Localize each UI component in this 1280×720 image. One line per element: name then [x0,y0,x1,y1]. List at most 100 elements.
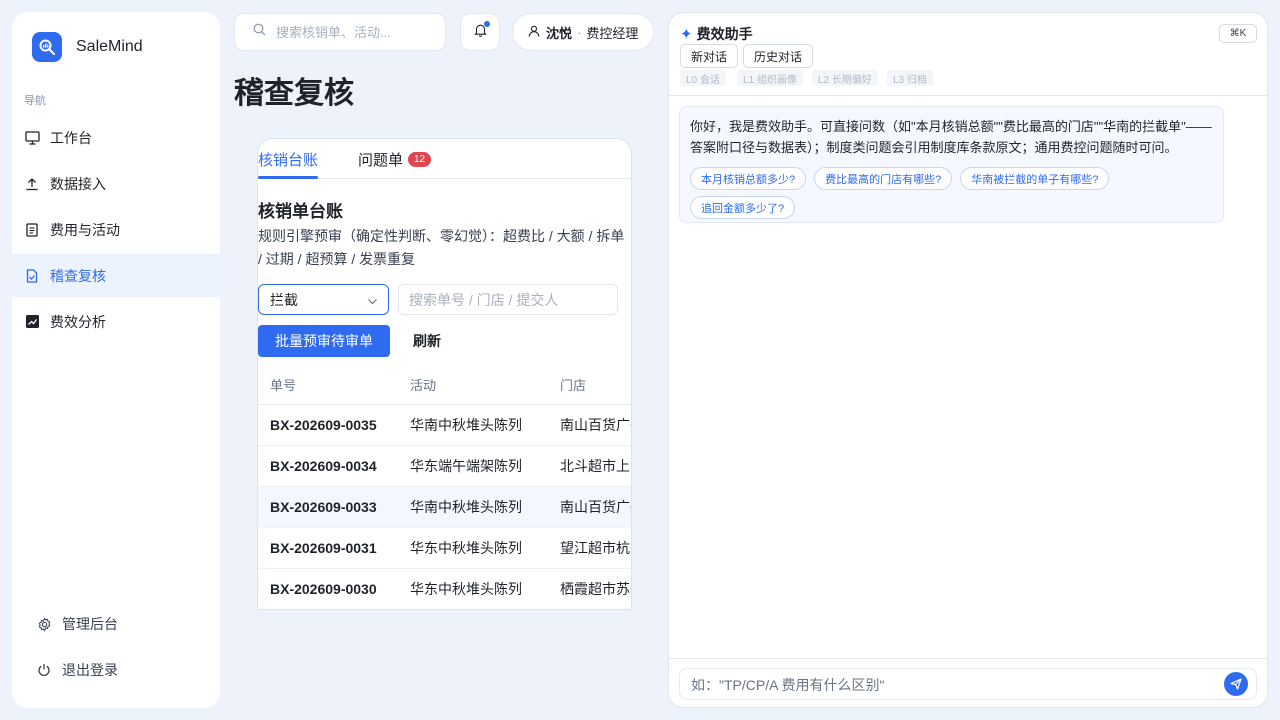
assistant-header: ✦ 费效助手 ⌘K 新对话 历史对话 L0 会话 L1 组织画像 L2 长期偏好… [669,13,1267,96]
sidebar-item-label: 数据接入 [50,175,106,192]
chat-composer [669,658,1267,707]
notification-dot [484,21,490,27]
send-button[interactable] [1224,672,1248,696]
notifications-button[interactable] [460,13,500,51]
cell-activity: 华南中秋堆头陈列 [410,417,522,433]
cell-order-no: BX-202609-0031 [270,540,377,556]
brand-name: SaleMind [76,38,143,55]
cell-store: 南山百货广州 [560,417,631,433]
user-separator: · [577,24,582,40]
audit-check-icon [24,268,40,284]
suggestion-chip[interactable]: 华南被拦截的单子有哪些? [960,167,1110,190]
sidebar-item-audit-review[interactable]: 稽查复核 [12,254,232,297]
assistant-title-text: 费效助手 [696,26,753,42]
ledger-description: 规则引擎预审（确定性判断、零幻觉）：超费比 / 大额 / 拆单 / 过期 / 超… [258,228,625,267]
tab-issues-label: 问题单 [358,152,404,169]
global-search[interactable] [234,13,446,51]
sidebar-item-expenses-activities[interactable]: 费用与活动 [12,208,220,251]
upload-icon [24,176,40,192]
chat-history-button[interactable]: 历史对话 [743,44,814,68]
memory-level-l2[interactable]: L2 长期偏好 [812,70,878,86]
admin-console-link[interactable]: 管理后台 [12,604,220,644]
chat-input[interactable] [691,675,1211,695]
ledger-table: 单号 活动 门店 BX-202609-0035 华南中秋堆头陈列 南山百货广州 … [258,365,631,609]
status-filter-value: 拦截 [270,291,298,308]
table-row[interactable]: BX-202609-0033 华南中秋堆头陈列 南山百货广州 [258,487,631,528]
status-filter-select[interactable]: 拦截 [258,284,389,315]
page-title: 稽查复核 [234,77,354,110]
nav-section-label: 导航 [24,95,46,107]
suggestion-chips: 本月核销总额多少? 费比最高的门店有哪些? 华南被拦截的单子有哪些? 追回金额多… [690,167,1213,219]
cell-order-no: BX-202609-0030 [270,581,377,597]
table-row[interactable]: BX-202609-0034 华东端午端架陈列 北斗超市上海 [258,446,631,487]
cell-activity: 华东中秋堆头陈列 [410,540,522,556]
ledger-heading: 核销单台账 [258,202,343,221]
batch-review-button[interactable]: 批量预审待审单 [258,325,390,357]
ledger-card: 核销台账 问题单 12 核销单台账 规则引擎预审（确定性判断、零幻觉）：超费比 … [257,138,632,610]
sidebar-item-label: 稽查复核 [50,267,106,284]
sparkle-icon: ✦ [680,26,693,43]
sidebar-item-workbench[interactable]: 工作台 [12,116,220,159]
admin-console-label: 管理后台 [62,616,118,632]
table-header: 单号 活动 门店 [258,365,631,405]
power-icon [36,662,52,678]
sidebar-nav: 工作台 数据接入 费用与活动 稽查复核 费效分析 [12,116,232,346]
logout-label: 退出登录 [62,662,118,678]
document-icon [24,222,40,238]
tab-issues[interactable]: 问题单 12 [358,149,432,170]
suggestion-chip[interactable]: 费比最高的门店有哪些? [814,167,953,190]
ledger-search-input[interactable] [398,284,618,315]
user-name: 沈悦 [546,25,573,41]
suggestion-chip[interactable]: 追回金额多少了? [690,196,796,219]
logout-button[interactable]: 退出登录 [12,650,220,690]
cell-order-no: BX-202609-0034 [270,458,377,474]
brand-logo[interactable]: SaleMind [32,32,143,62]
chat-input-box [679,668,1257,700]
user-icon [528,25,540,40]
column-header[interactable]: 活动 [398,375,548,394]
column-header[interactable]: 单号 [258,375,398,394]
cell-order-no: BX-202609-0033 [270,499,377,515]
cell-activity: 华东中秋堆头陈列 [410,581,522,597]
tab-bar: 核销台账 问题单 12 [258,139,631,179]
refresh-button[interactable]: 刷新 [413,325,441,357]
table-row[interactable]: BX-202609-0035 华南中秋堆头陈列 南山百货广州 [258,405,631,446]
search-icon [253,23,266,41]
sidebar-item-label: 工作台 [50,129,92,146]
chart-icon [24,314,40,330]
cell-order-no: BX-202609-0035 [270,417,377,433]
search-analytics-icon [32,32,62,62]
cell-store: 北斗超市上海 [560,458,631,474]
table-row[interactable]: BX-202609-0031 华东中秋堆头陈列 望江超市杭州 [258,528,631,569]
cell-store: 南山百货广州 [560,499,631,515]
monitor-icon [24,130,40,146]
gear-icon [36,616,52,632]
table-row[interactable]: BX-202609-0030 华东中秋堆头陈列 栖霞超市苏州 [258,569,631,609]
new-chat-button[interactable]: 新对话 [680,44,739,68]
chevron-down-icon [367,294,378,310]
column-header[interactable]: 门店 [548,375,631,394]
assistant-panel: ✦ 费效助手 ⌘K 新对话 历史对话 L0 会话 L1 组织画像 L2 长期偏好… [668,12,1268,708]
cell-activity: 华南中秋堆头陈列 [410,499,522,515]
search-input[interactable] [276,24,436,40]
cell-activity: 华东端午端架陈列 [410,458,522,474]
user-menu[interactable]: 沈悦 · 费控经理 [512,13,654,51]
sidebar: SaleMind 导航 工作台 数据接入 费用与活动 稽查复核 费效分析 管理后… [12,12,232,708]
shortcut-hint: ⌘K [1219,24,1257,43]
tab-ledger[interactable]: 核销台账 [258,149,318,170]
memory-level-l1[interactable]: L1 组织画像 [737,70,803,86]
greeting-text: 你好，我是费效助手。可直接问数（如"本月核销总额""费比最高的门店""华南的拦截… [690,119,1212,155]
issue-count-badge: 12 [408,152,432,167]
sidebar-item-label: 费效分析 [50,313,106,330]
assistant-title: ✦ 费效助手 [680,24,753,44]
memory-level-l3[interactable]: L3 归档 [887,70,933,86]
assistant-greeting-message: 你好，我是费效助手。可直接问数（如"本月核销总额""费比最高的门店""华南的拦截… [679,106,1224,223]
suggestion-chip[interactable]: 本月核销总额多少? [690,167,807,190]
active-tab-indicator [258,176,318,179]
sidebar-item-cost-effectiveness[interactable]: 费效分析 [12,300,220,343]
send-icon [1230,678,1242,690]
user-role: 费控经理 [586,25,639,41]
cell-store: 栖霞超市苏州 [560,581,631,597]
sidebar-item-data-import[interactable]: 数据接入 [12,162,220,205]
memory-level-l0[interactable]: L0 会话 [680,70,726,86]
